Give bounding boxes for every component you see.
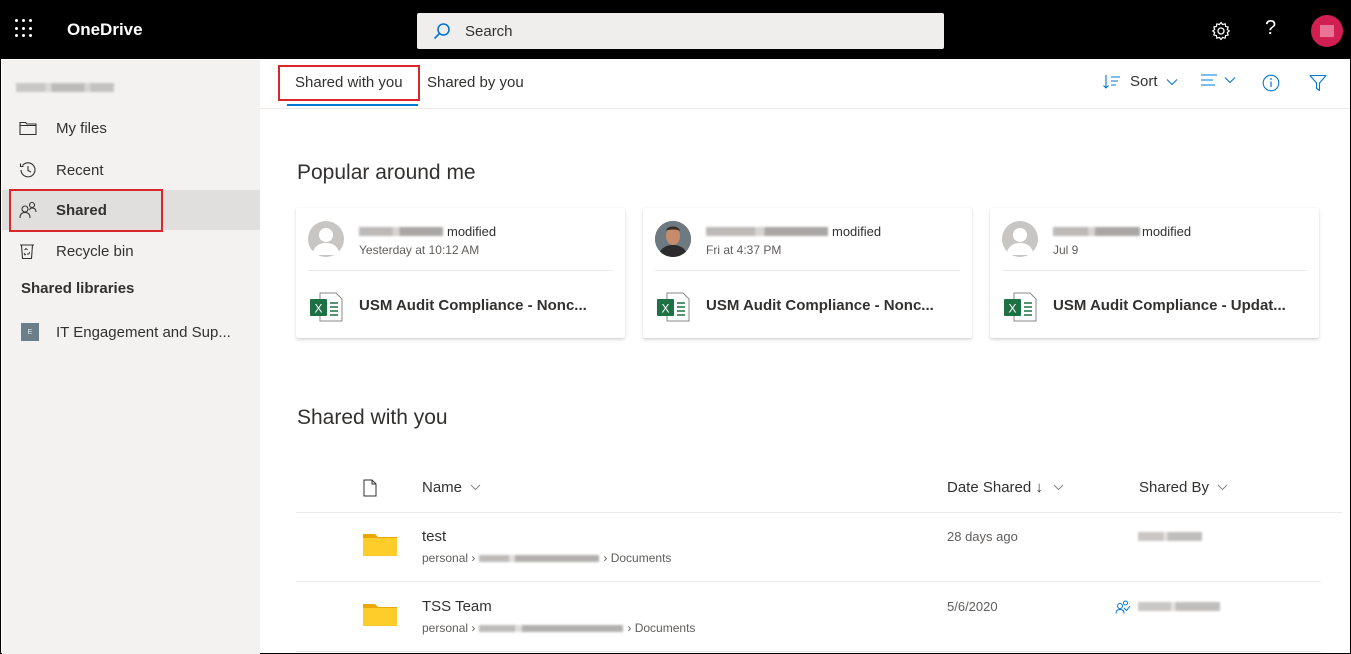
app-launcher-icon[interactable] <box>15 19 35 39</box>
clock-icon <box>19 162 36 178</box>
modifier-name <box>1053 227 1140 236</box>
card-divider <box>655 270 960 271</box>
nav-item-recycle-bin[interactable]: Recycle bin <box>2 231 260 271</box>
recycle-bin-icon <box>20 244 34 260</box>
popular-around-me-heading: Popular around me <box>297 161 476 184</box>
file-name[interactable]: USM Audit Compliance - Nonc... <box>359 297 587 314</box>
file-type-column-icon[interactable] <box>363 479 377 497</box>
settings-gear-icon[interactable] <box>1210 20 1232 42</box>
tab-shared-by-you[interactable]: Shared by you <box>427 74 524 91</box>
row-divider <box>296 651 1321 652</box>
filter-icon[interactable] <box>1309 74 1327 92</box>
nav-item-label: My files <box>56 119 107 137</box>
nav-item-my-files[interactable]: My files <box>2 108 260 148</box>
modifier-name <box>706 227 828 236</box>
svg-text:X: X <box>314 302 322 316</box>
shared-people-icon <box>1115 600 1131 614</box>
person-placeholder-avatar <box>308 221 344 257</box>
popular-file-card[interactable]: modified Jul 9 X USM Audit Compliance - … <box>990 208 1319 338</box>
activity-text: modified <box>447 224 497 239</box>
modifier-name <box>359 227 443 236</box>
folder-icon <box>363 604 397 626</box>
redacted-path-segment <box>479 624 624 632</box>
activity-text: modified <box>1142 224 1192 239</box>
header-divider <box>260 108 1350 109</box>
activity-time: Fri at 4:37 PM <box>706 243 782 257</box>
popular-file-card[interactable]: modified Fri at 4:37 PM X USM Audit Comp… <box>643 208 972 338</box>
list-header-divider <box>296 512 1342 513</box>
path-segment: personal › <box>422 551 476 565</box>
sort-button[interactable]: Sort <box>1103 73 1178 90</box>
top-bar: OneDrive Search ? <box>1 1 1350 59</box>
nav-item-label: Recycle bin <box>56 242 134 260</box>
chevron-down-icon <box>1217 484 1228 491</box>
activity-text: modified <box>832 224 882 239</box>
date-shared: 28 days ago <box>947 529 1018 544</box>
folder-icon <box>363 534 397 556</box>
item-name[interactable]: test <box>422 528 446 545</box>
path-segment: › Documents <box>603 551 672 565</box>
site-icon: E <box>21 323 39 341</box>
file-name[interactable]: USM Audit Compliance - Updat... <box>1053 297 1286 314</box>
item-path: personal › › Documents <box>422 621 695 635</box>
chevron-down-icon <box>1166 78 1177 85</box>
card-divider <box>308 270 613 271</box>
person-photo-avatar <box>655 221 691 257</box>
search-icon <box>433 23 450 40</box>
sort-icon <box>1103 74 1120 89</box>
chevron-down-icon <box>1224 77 1236 84</box>
column-header-label: Name <box>422 479 463 496</box>
search-placeholder: Search <box>465 22 513 40</box>
user-display-name[interactable] <box>16 83 114 92</box>
nav-item-recent[interactable]: Recent <box>2 150 260 190</box>
activity-time: Yesterday at 10:12 AM <box>359 243 480 257</box>
date-shared: 5/6/2020 <box>947 599 998 614</box>
app-name[interactable]: OneDrive <box>67 20 143 40</box>
nav-item-label: Recent <box>56 161 104 179</box>
help-icon[interactable]: ? <box>1265 17 1276 40</box>
left-nav: My files Recent Shared Recycle bin Share… <box>2 60 260 654</box>
svg-text:X: X <box>1008 302 1016 316</box>
selected-tab-indicator <box>287 104 418 106</box>
column-header-date-shared[interactable]: Date Shared ↓ <box>947 479 1064 496</box>
shared-with-you-tab-highlight <box>278 65 420 101</box>
shared-by-name <box>1138 532 1202 541</box>
column-header-label: Shared By <box>1139 479 1210 496</box>
activity-time: Jul 9 <box>1053 243 1079 257</box>
path-segment: personal › <box>422 621 476 635</box>
library-item-it-engagement[interactable]: E IT Engagement and Sup... <box>2 312 260 352</box>
svg-text:X: X <box>661 302 669 316</box>
search-box[interactable]: Search <box>417 13 944 49</box>
person-placeholder-avatar <box>1002 221 1038 257</box>
column-header-label: Date Shared ↓ <box>947 479 1043 496</box>
view-options-button[interactable] <box>1200 73 1236 87</box>
card-divider <box>1002 270 1307 271</box>
item-path: personal › › Documents <box>422 551 671 565</box>
folder-icon <box>19 121 37 136</box>
popular-file-card[interactable]: modified Yesterday at 10:12 AM X USM Aud… <box>296 208 625 338</box>
shared-with-you-heading: Shared with you <box>297 406 448 429</box>
column-header-shared-by[interactable]: Shared By <box>1139 479 1228 496</box>
chevron-down-icon <box>1053 484 1064 491</box>
shared-libraries-heading: Shared libraries <box>21 280 135 297</box>
library-item-label: IT Engagement and Sup... <box>56 323 231 341</box>
excel-file-icon: X <box>657 292 690 322</box>
row-divider <box>296 581 1321 582</box>
redacted-path-segment <box>479 554 600 562</box>
file-name[interactable]: USM Audit Compliance - Nonc... <box>706 297 934 314</box>
list-view-icon <box>1201 74 1217 86</box>
path-segment: › Documents <box>627 621 696 635</box>
shared-by-name <box>1138 602 1220 611</box>
chevron-down-icon <box>470 484 481 491</box>
excel-file-icon: X <box>1004 292 1037 322</box>
column-header-name[interactable]: Name <box>422 479 481 496</box>
account-avatar[interactable] <box>1311 15 1343 47</box>
excel-file-icon: X <box>310 292 343 322</box>
shared-nav-highlight <box>9 189 163 232</box>
sort-label: Sort <box>1130 73 1158 90</box>
info-icon[interactable] <box>1262 74 1280 92</box>
item-name[interactable]: TSS Team <box>422 598 492 615</box>
